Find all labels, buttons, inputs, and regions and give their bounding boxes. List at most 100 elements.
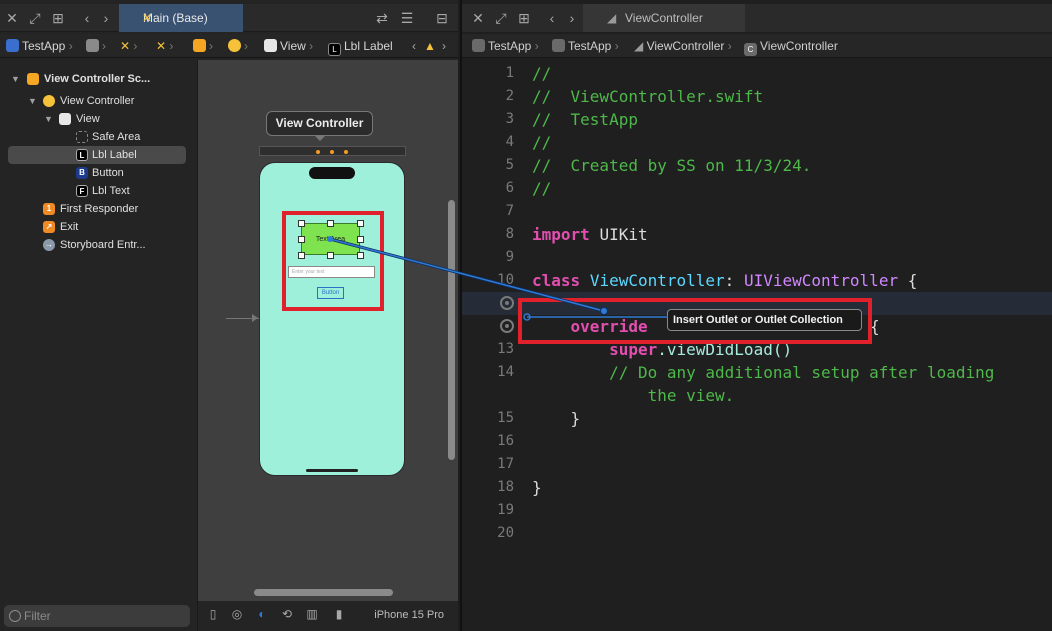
device-selector[interactable]: iPhone 15 Pro <box>374 609 444 621</box>
breadcrumb-group[interactable]: TestApp › <box>552 39 619 53</box>
add-editor-icon[interactable]: ⊟ <box>432 8 452 28</box>
breadcrumb-symbol[interactable]: C ViewController <box>744 39 838 56</box>
storyboard-icon: ✕ <box>142 11 153 25</box>
back-icon[interactable]: ‹ <box>77 8 97 28</box>
code-line: // ViewController.swift <box>532 87 764 106</box>
code-line: } <box>570 409 581 428</box>
line-number: 6 <box>505 180 514 196</box>
interface-builder-pane: ✕ ⤢ ⊞ ‹ › ✕ Main (Base) ⇄ ☰ ⊟ TestApp › … <box>0 0 458 631</box>
dock-dot-icon[interactable] <box>330 150 334 154</box>
orientation-icon[interactable]: ⟲ <box>280 607 294 621</box>
line-number: 18 <box>497 479 514 495</box>
warning-icon[interactable]: ▲ <box>424 39 436 53</box>
home-indicator <box>306 469 358 472</box>
sidebar-toggle-icon[interactable]: ▯ <box>206 607 220 621</box>
dock-dot-icon[interactable] <box>344 150 348 154</box>
breadcrumb-storyboard[interactable]: ✕ › <box>120 39 137 53</box>
xcode-project-icon <box>6 39 19 52</box>
view-icon <box>59 113 71 125</box>
outline-item-safe-area[interactable]: Safe Area <box>0 128 196 146</box>
code-line: // <box>532 179 552 198</box>
device-icon[interactable]: ▮ <box>332 607 346 621</box>
tab-viewcontroller[interactable]: ◢ ViewController <box>583 4 745 32</box>
list-icon[interactable]: ☰ <box>397 8 417 28</box>
close-icon[interactable]: ✕ <box>468 8 488 28</box>
back-icon[interactable]: ‹ <box>542 8 562 28</box>
breadcrumb-project[interactable]: TestApp › <box>6 39 73 53</box>
expand-icon[interactable]: ⤢ <box>25 8 45 28</box>
outline-item-button[interactable]: B Button <box>0 164 196 182</box>
breadcrumb-viewcontroller[interactable]: › <box>228 39 248 53</box>
outline-item-view[interactable]: ▼ View <box>0 110 196 128</box>
scene-title-tooltip: View Controller <box>266 111 373 141</box>
expand-icon[interactable]: ⤢ <box>491 8 511 28</box>
forward-icon[interactable]: › <box>96 8 116 28</box>
breadcrumb-file[interactable]: ◢ ViewController › <box>634 39 732 53</box>
tab-main-storyboard[interactable]: ✕ Main (Base) <box>119 4 243 32</box>
swift-icon: ◢ <box>607 11 617 25</box>
chevron-down-icon[interactable]: ▼ <box>28 92 37 110</box>
horizontal-scrollbar[interactable] <box>254 589 393 596</box>
highlight-box-canvas <box>282 211 384 311</box>
folder-icon <box>86 39 99 52</box>
outline-item-first-responder[interactable]: 1 First Responder <box>0 200 196 218</box>
scene-icon <box>27 73 39 85</box>
label-icon: L <box>76 149 88 161</box>
outline-item-scene[interactable]: ▼ View Controller Sc... <box>0 70 196 88</box>
view-controller-icon <box>43 95 55 107</box>
iphone-scene[interactable]: Text Area Enter your text Button <box>259 162 405 476</box>
line-number: 7 <box>505 203 514 219</box>
grid-icon[interactable]: ⊞ <box>48 8 68 28</box>
line-number: 17 <box>497 456 514 472</box>
storyboard-icon: ✕ <box>156 39 167 53</box>
outlet-circle-icon[interactable] <box>500 319 514 333</box>
outline-filter-bar: Filter <box>0 601 196 631</box>
storyboard-entry-icon: → <box>43 239 55 251</box>
outline-item-lbl-label[interactable]: L Lbl Label <box>8 146 186 164</box>
vertical-scrollbar[interactable] <box>448 200 455 460</box>
line-number: 10 <box>497 272 514 288</box>
issue-next-icon[interactable]: › <box>442 39 446 53</box>
chevron-down-icon[interactable]: ▼ <box>11 70 20 88</box>
label-icon: L <box>328 43 341 56</box>
breadcrumb-folder[interactable]: › <box>86 39 106 53</box>
button-icon: B <box>76 167 88 179</box>
outline-item-exit[interactable]: ↗ Exit <box>0 218 196 236</box>
exit-icon: ↗ <box>43 221 55 233</box>
layout-icon[interactable]: ▥ <box>305 607 319 621</box>
outline-item-storyboard-entry[interactable]: → Storyboard Entr... <box>0 236 196 254</box>
outline-item-lbl-text[interactable]: F Lbl Text <box>0 182 196 200</box>
safe-area-icon <box>76 131 88 143</box>
accessibility-icon[interactable]: ◎ <box>230 607 244 621</box>
code-editor-pane: ✕ ⤢ ⊞ ‹ › ◢ ViewController TestApp › Tes… <box>460 0 1052 631</box>
breadcrumb-view[interactable]: View › <box>264 39 313 53</box>
swap-icon[interactable]: ⇄ <box>372 8 392 28</box>
appearance-icon[interactable]: ◐ <box>255 607 269 621</box>
breadcrumb-scene[interactable]: › <box>193 39 213 53</box>
filter-input[interactable]: Filter <box>4 605 190 627</box>
line-number: 16 <box>497 433 514 449</box>
xcode-window: ✕ ⤢ ⊞ ‹ › ✕ Main (Base) ⇄ ☰ ⊟ TestApp › … <box>0 0 1052 631</box>
highlight-box-code <box>518 298 872 344</box>
issue-prev-icon[interactable]: ‹ <box>412 39 416 53</box>
close-icon[interactable]: ✕ <box>2 8 22 28</box>
dock-dot-icon[interactable] <box>316 150 320 154</box>
left-jump-bar: TestApp › › ✕ › ✕ › › › View › L Lbl Labe… <box>0 34 458 58</box>
outline-item-view-controller[interactable]: ▼ View Controller <box>0 92 196 110</box>
breadcrumb-storyboard-base[interactable]: ✕ › <box>156 39 173 53</box>
grid-icon[interactable]: ⊞ <box>514 8 534 28</box>
swift-icon: ◢ <box>634 39 644 53</box>
chevron-down-icon[interactable]: ▼ <box>44 110 53 128</box>
forward-icon[interactable]: › <box>562 8 582 28</box>
storyboard-canvas[interactable]: View Controller Text Area Enter your tex… <box>197 60 458 601</box>
breadcrumb-project[interactable]: TestApp › <box>472 39 539 53</box>
source-editor[interactable]: 1 2 3 4 5 6 7 8 9 10 13 14 15 16 17 18 1… <box>462 60 1052 631</box>
scene-dock[interactable] <box>259 146 406 156</box>
entry-point-arrow[interactable] <box>226 314 260 322</box>
document-outline: ▼ View Controller Sc... ▼ View Controlle… <box>0 60 196 601</box>
right-tab-bar: ✕ ⤢ ⊞ ‹ › ◢ ViewController <box>462 4 1052 32</box>
textfield-icon: F <box>76 185 88 197</box>
breadcrumb-label[interactable]: L Lbl Label <box>328 39 393 56</box>
outlet-circle-icon[interactable] <box>500 296 514 310</box>
line-number: 5 <box>505 157 514 173</box>
